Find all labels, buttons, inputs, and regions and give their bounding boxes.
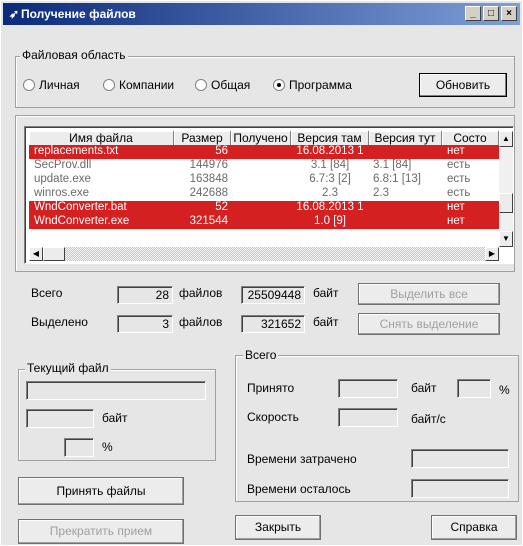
table-cell: 6.8:1 [13]	[373, 173, 421, 185]
table-cell: WndConverter.bat	[34, 201, 127, 213]
radio-circle	[103, 79, 115, 91]
selected-bytes-label: байт	[313, 315, 339, 329]
select-all-button[interactable]: Выделить все	[358, 283, 500, 305]
close-window-button[interactable]: ×	[501, 6, 517, 21]
table-row[interactable]: SecProv.dll 144976 3.1 [84] 3.1 [84] есть	[29, 159, 499, 173]
table-cell: 16.08.2013 1	[296, 145, 364, 157]
current-percent-label: %	[102, 440, 113, 454]
total-count-field: 28	[117, 286, 173, 304]
table-cell: 242688	[189, 187, 228, 199]
selected-bytes-field: 321652	[241, 315, 305, 333]
table-cell: 16.08.2013 1	[296, 201, 364, 213]
table-cell: WndConverter.exe	[34, 215, 130, 227]
help-button[interactable]: Справка	[431, 515, 517, 540]
current-percent-field	[64, 438, 94, 457]
radio-program[interactable]: Программа	[273, 78, 352, 94]
scroll-left-icon[interactable]: ◀	[29, 247, 43, 261]
scroll-thumb[interactable]	[499, 193, 513, 213]
total-label: Всего	[31, 286, 63, 300]
app-icon: ➶	[9, 7, 20, 21]
horizontal-scrollbar[interactable]: ◀ ▶	[29, 247, 499, 261]
remaining-label: Времени осталось	[247, 482, 351, 496]
table-cell: нет	[447, 201, 465, 213]
table-cell: 52	[215, 201, 228, 213]
table-row[interactable]: WndConverter.exe 321544 1.0 [9] нет	[29, 215, 499, 229]
scroll-right-icon[interactable]: ▶	[485, 247, 499, 261]
refresh-button[interactable]: Обновить	[419, 73, 507, 97]
table-cell: 321544	[189, 215, 228, 227]
radio-common[interactable]: Общая	[195, 78, 250, 94]
elapsed-field	[411, 449, 509, 468]
scroll-down-icon[interactable]: ▼	[499, 231, 513, 247]
table-cell: replacements.txt	[34, 145, 119, 157]
table-cell: есть	[447, 159, 471, 171]
main-window: ➶ Получение файлов _ □ × Файловая област…	[0, 0, 523, 546]
total-bytes-field: 25509448	[241, 286, 305, 304]
current-file-legend: Текущий файл	[25, 361, 111, 375]
maximize-button[interactable]: □	[483, 6, 499, 21]
table-cell: есть	[447, 173, 471, 185]
table-cell: 2.3	[373, 187, 389, 199]
selected-count-field: 3	[117, 315, 173, 333]
radio-circle	[23, 79, 35, 91]
table-cell: 56	[215, 145, 228, 157]
speed-label: Скорость	[247, 410, 299, 424]
received-bytes-field	[338, 379, 398, 398]
window-title: Получение файлов	[21, 7, 136, 21]
title-bar[interactable]: ➶ Получение файлов _ □ ×	[3, 3, 520, 25]
selected-label: Выделено	[31, 315, 88, 329]
table-cell: есть	[447, 187, 471, 199]
table-cell: SecProv.dll	[34, 159, 92, 171]
current-bytes-field	[26, 409, 94, 428]
total-files-label: файлов	[179, 286, 223, 300]
table-row[interactable]: replacements.txt 56 16.08.2013 1 нет	[29, 145, 499, 159]
close-button[interactable]: Закрыть	[235, 515, 321, 540]
current-file-name-field	[26, 381, 206, 400]
accept-files-button[interactable]: Принять файлы	[18, 477, 184, 505]
current-bytes-label: байт	[102, 411, 128, 425]
table-cell: нет	[447, 215, 465, 227]
table-row[interactable]: update.exe 163848 6.7:3 [2] 6.8:1 [13] есть	[29, 173, 499, 187]
table-cell: 2.3	[322, 187, 338, 199]
remaining-field	[411, 479, 509, 498]
radio-personal[interactable]: Личная	[23, 78, 80, 94]
deselect-button[interactable]: Снять выделение	[358, 313, 500, 335]
file-area-legend: Файловая область	[20, 48, 128, 62]
received-label: Принято	[247, 381, 295, 395]
table-cell: нет	[447, 145, 465, 157]
table-cell: 1.0 [9]	[314, 215, 346, 227]
overall-legend: Всего	[243, 348, 279, 362]
radio-circle-selected	[273, 79, 285, 91]
table-row[interactable]: winros.exe 242688 2.3 2.3 есть	[29, 187, 499, 201]
received-percent-label: %	[499, 383, 510, 397]
table-cell: update.exe	[34, 173, 91, 185]
elapsed-label: Времени затрачено	[247, 452, 357, 466]
radio-circle	[195, 79, 207, 91]
received-percent-field	[457, 379, 491, 398]
table-cell: 3.1 [84]	[373, 159, 412, 171]
table-cell: 144976	[189, 159, 228, 171]
speed-unit-label: байт/с	[411, 412, 446, 426]
horizontal-scroll-thumb[interactable]	[43, 247, 65, 261]
table-cell: winros.exe	[34, 187, 89, 199]
table-cell: 163848	[189, 173, 228, 185]
table-cell: 6.7:3 [2]	[309, 173, 351, 185]
table-row[interactable]: WndConverter.bat 52 16.08.2013 1 нет	[29, 201, 499, 215]
radio-company[interactable]: Компании	[103, 78, 174, 94]
selected-files-label: файлов	[179, 315, 223, 329]
speed-field	[338, 408, 398, 427]
vertical-scrollbar[interactable]: ▲ ▼	[499, 131, 513, 247]
received-bytes-label: байт	[411, 381, 437, 395]
total-bytes-label: байт	[313, 286, 339, 300]
table-cell: 3.1 [84]	[310, 159, 350, 171]
scroll-up-icon[interactable]: ▲	[499, 131, 513, 147]
stop-receiving-button[interactable]: Прекратить прием	[18, 519, 184, 544]
file-list[interactable]: Имя файла Размер Получено Версия там Вер…	[24, 126, 514, 264]
minimize-button[interactable]: _	[465, 6, 481, 21]
